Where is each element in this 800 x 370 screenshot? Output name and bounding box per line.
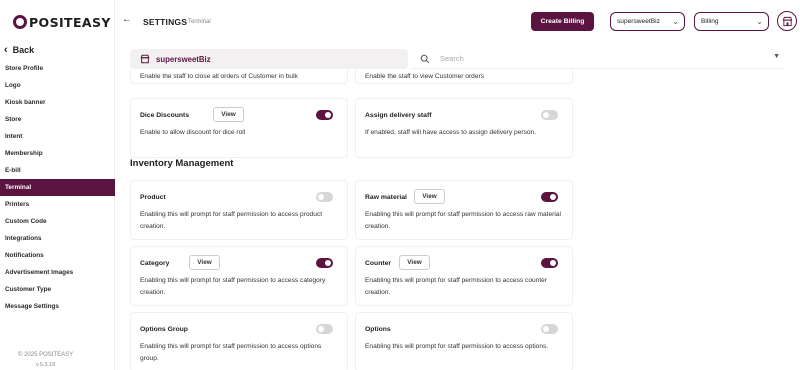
- mode-select[interactable]: Billing ⌄: [694, 12, 769, 31]
- sidebar-item[interactable]: Message Settings: [0, 298, 115, 315]
- toggle-knob: [543, 112, 549, 118]
- header-back-icon[interactable]: ←: [122, 14, 132, 25]
- sidebar-item[interactable]: Intent: [0, 128, 115, 145]
- sidebar-item[interactable]: Terminal: [0, 179, 115, 196]
- card-desc: Enabling this will prompt for staff perm…: [365, 277, 548, 296]
- sidebar-item[interactable]: Advertisement Images: [0, 264, 115, 281]
- dropdown-triangle-icon[interactable]: ▼: [773, 53, 780, 60]
- permission-toggle[interactable]: [541, 110, 558, 120]
- card-title: Options Group: [140, 326, 188, 333]
- header: ← SETTINGS Terminal Create Billing super…: [115, 0, 800, 42]
- card-title: Counter: [365, 260, 392, 267]
- sidebar-item[interactable]: Integrations: [0, 230, 115, 247]
- sidebar-item[interactable]: E-bill: [0, 162, 115, 179]
- cut-card-left: Enable the staff to close all orders of …: [130, 70, 348, 84]
- card-desc: Enabling this will prompt for staff perm…: [365, 211, 561, 230]
- view-button[interactable]: View: [399, 255, 430, 270]
- card-title: Category: [140, 260, 170, 267]
- sidebar-item[interactable]: Store: [0, 111, 115, 128]
- permission-toggle[interactable]: [316, 110, 333, 120]
- logo-text: POSITEASY: [29, 14, 111, 30]
- permission-toggle[interactable]: [541, 192, 558, 202]
- toggle-knob: [550, 194, 556, 200]
- card-title: Raw material: [365, 194, 407, 201]
- sidebar: POSITEASY ‹ Back Store Profile Logo Kiosk …: [0, 0, 115, 370]
- card-desc: If enabled, staff will have access to as…: [365, 129, 537, 136]
- permission-toggle[interactable]: [541, 324, 558, 334]
- storefront-icon: [782, 16, 792, 26]
- permission-toggle[interactable]: [541, 258, 558, 268]
- sidebar-nav: Store Profile Logo Kiosk banner Store Intent…: [0, 60, 115, 315]
- sidebar-item[interactable]: Membership: [0, 145, 115, 162]
- search-placeholder: Search: [440, 54, 464, 63]
- permission-toggle[interactable]: [316, 192, 333, 202]
- logo-ring-icon: [13, 15, 27, 29]
- permission-card: Product Enabling this will prompt for sta…: [130, 180, 348, 240]
- logo: POSITEASY: [13, 12, 111, 32]
- back-button[interactable]: ‹ Back: [4, 44, 34, 56]
- card-desc: Enabling this will prompt for staff perm…: [140, 211, 323, 230]
- settings-content: Enable the staff to close all orders of …: [115, 70, 800, 370]
- cut-card-right: Enable the staff to view Customer orders: [355, 70, 573, 84]
- sidebar-item[interactable]: Store Profile: [0, 60, 115, 77]
- back-label: Back: [12, 45, 35, 55]
- toggle-knob: [318, 194, 324, 200]
- version: v.5.3.18: [36, 362, 56, 368]
- sidebar-item[interactable]: Kiosk banner: [0, 94, 115, 111]
- permission-card: Category View Enabling this will prompt fo…: [130, 246, 348, 306]
- store-select[interactable]: supersweetBiz ⌄: [610, 12, 685, 31]
- card-desc: Enabling this will prompt for staff perm…: [140, 343, 322, 362]
- card-desc: Enable the staff to view Customer orders: [365, 73, 484, 80]
- toggle-knob: [325, 260, 331, 266]
- sidebar-item[interactable]: Printers: [0, 196, 115, 213]
- store-avatar-button[interactable]: [777, 11, 797, 31]
- permission-card: Options Enabling this will prompt for sta…: [355, 312, 573, 370]
- copyright: © 2025 POSITEASY: [18, 352, 74, 358]
- card-title: Dice Discounts: [140, 112, 190, 119]
- permission-card: Options Group Enabling this will prompt f…: [130, 312, 348, 370]
- toggle-knob: [543, 326, 549, 332]
- mode-select-value: Billing: [701, 18, 719, 25]
- page-subtitle: Terminal: [188, 19, 211, 25]
- sidebar-item[interactable]: Notifications: [0, 247, 115, 264]
- chevron-down-icon: ⌄: [756, 17, 763, 26]
- sidebar-item[interactable]: Logo: [0, 77, 115, 94]
- page-title: SETTINGS: [143, 17, 188, 27]
- store-icon: [140, 54, 150, 64]
- card-desc: Enabling this will prompt for staff perm…: [140, 277, 326, 296]
- toggle-knob: [325, 112, 331, 118]
- permission-card: Raw material View Enabling this will promp…: [355, 180, 573, 240]
- store-select-value: supersweetBiz: [617, 18, 660, 25]
- view-button[interactable]: View: [414, 189, 445, 204]
- search-input[interactable]: Search ▼: [412, 49, 784, 69]
- card-title: Assign delivery staff: [365, 112, 432, 119]
- chevron-down-icon: ⌄: [672, 17, 679, 26]
- chevron-left-icon: ‹: [4, 44, 8, 56]
- store-bar: supersweetBiz: [130, 49, 408, 69]
- card-title: Product: [140, 194, 166, 201]
- store-name: supersweetBiz: [156, 54, 211, 64]
- create-billing-button[interactable]: Create Billing: [531, 12, 594, 31]
- view-button[interactable]: View: [189, 255, 220, 270]
- card-desc: Enable the staff to close all orders of …: [140, 73, 298, 80]
- card-title: Options: [365, 326, 391, 333]
- permission-card: Assign delivery staff If enabled, staff w…: [355, 98, 573, 158]
- permission-toggle[interactable]: [316, 258, 333, 268]
- permission-card: Dice Discounts View Enable to allow discou…: [130, 98, 348, 158]
- sidebar-item[interactable]: Custom Code: [0, 213, 115, 230]
- card-desc: Enabling this will prompt for staff perm…: [365, 343, 549, 350]
- view-button[interactable]: View: [213, 107, 244, 122]
- toggle-knob: [318, 326, 324, 332]
- permission-toggle[interactable]: [316, 324, 333, 334]
- search-icon: [420, 54, 430, 63]
- permission-card: Counter View Enabling this will prompt for…: [355, 246, 573, 306]
- section-title-inventory: Inventory Management: [130, 158, 234, 169]
- card-desc: Enable to allow discount for dice roll: [140, 129, 246, 136]
- toggle-knob: [550, 260, 556, 266]
- sidebar-item[interactable]: Customer Type: [0, 281, 115, 298]
